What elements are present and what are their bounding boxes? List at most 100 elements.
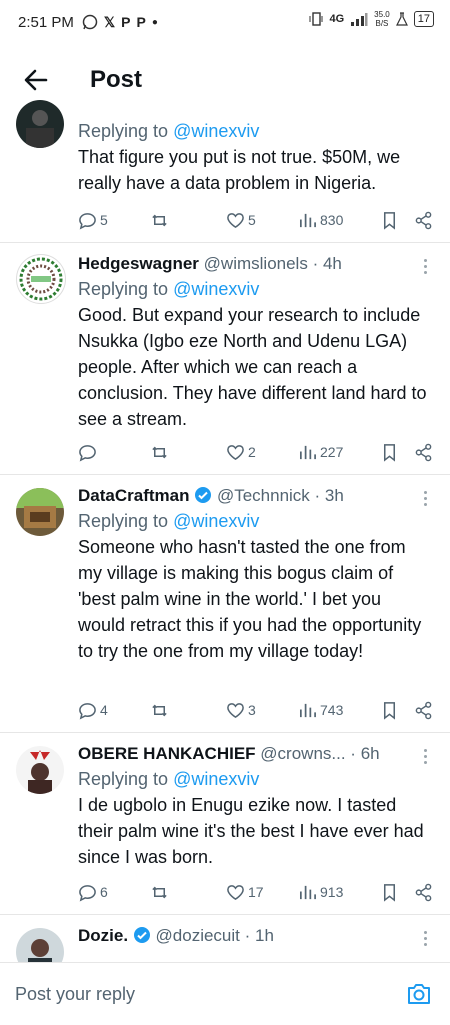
share-button[interactable] [414,211,433,230]
replying-to: Replying to @winexviv [78,279,260,299]
like-button[interactable]: 5 [226,211,298,230]
reply-tweet[interactable]: DataCraftman @Technnick · 3h Replying to… [0,474,450,733]
reply-button[interactable]: 5 [78,211,150,230]
views-button[interactable]: 913 [298,883,380,902]
avatar[interactable] [16,928,64,962]
reply-icon [79,884,96,902]
tweet-actions: 4 3 743 [78,698,438,722]
x-icon: 𝕏 [103,13,116,30]
share-icon [415,883,432,901]
reply-input[interactable]: Post your reply [15,984,135,1005]
bookmark-button[interactable] [380,701,414,720]
share-icon [415,211,432,229]
views-button[interactable]: 830 [298,211,380,230]
author-row: OBERE HANKACHIEF @crowns... · 6h [78,744,380,763]
page-title: Post [90,66,143,93]
repost-icon [152,704,167,716]
bookmark-icon [383,883,396,902]
status-time: 2:51 PM [18,13,74,31]
tweet-actions: 6 17 913 [78,880,438,904]
avatar[interactable] [16,100,64,148]
repost-button[interactable] [150,701,226,720]
author-name[interactable]: Hedgeswagner [78,254,199,273]
battery-level: 17 [413,11,434,27]
views-icon [299,703,316,717]
share-button[interactable] [414,701,433,720]
views-icon [299,885,316,899]
speed-unit: B/S [375,19,389,28]
replying-to-link[interactable]: @winexviv [173,511,259,531]
back-arrow-icon[interactable] [22,66,50,94]
bookmark-icon [383,701,396,720]
bookmark-button[interactable] [380,443,414,462]
share-icon [415,701,432,719]
author-handle[interactable]: @wimslionels [204,254,308,273]
avatar[interactable] [16,254,66,304]
more-options-icon[interactable] [424,256,428,277]
views-button[interactable]: 227 [298,443,380,462]
author-name[interactable]: DataCraftman [78,486,189,505]
author-name[interactable]: Dozie. [78,926,128,945]
heart-icon [227,702,244,718]
post-time: 1h [255,926,274,945]
heart-icon [227,884,244,900]
tweet-actions: 2 227 [78,440,438,464]
reply-button[interactable]: 6 [78,883,150,902]
network-label: 4G [329,13,345,25]
author-row: Hedgeswagner @wimslionels · 4h [78,254,342,273]
author-handle[interactable]: @Technnick [217,486,310,505]
replying-to: Replying to @winexviv [78,769,260,789]
tweet-text: Good. But expand your research to includ… [78,305,427,429]
author-handle[interactable]: @doziecuit [156,926,240,945]
p-icon: P [136,14,146,30]
avatar[interactable] [16,746,64,794]
reply-tweet[interactable]: OBERE HANKACHIEF @crowns... · 6h Replyin… [0,732,450,915]
more-options-icon[interactable] [424,488,428,509]
replying-to-link[interactable]: @winexviv [173,769,259,789]
share-button[interactable] [414,883,433,902]
reply-icon [79,444,96,462]
like-button[interactable]: 17 [226,883,298,902]
reply-tweet[interactable]: Dozie. @doziecuit · 1h [0,914,450,962]
bookmark-button[interactable] [380,883,414,902]
repost-icon [152,446,167,458]
more-options-icon[interactable] [424,928,428,949]
tweet-actions: 5 5 830 [78,208,438,232]
reply-tweet[interactable]: Hedgeswagner @wimslionels · 4h Replying … [0,242,450,475]
share-button[interactable] [414,443,433,462]
reply-icon [79,212,96,230]
bookmark-button[interactable] [380,211,414,230]
heart-icon [227,212,244,228]
reply-tweet[interactable]: Replying to @winexviv That figure you pu… [0,100,450,243]
replying-to-link[interactable]: @winexviv [173,279,259,299]
reply-button[interactable] [78,443,150,462]
reply-composer[interactable]: Post your reply [0,962,450,1025]
author-row: DataCraftman @Technnick · 3h [78,486,344,505]
top-bar: Post [0,52,450,112]
verified-badge-icon [195,487,212,503]
author-handle[interactable]: @crowns... [260,744,345,763]
tweet-text: Someone who hasn't tasted the one from m… [78,537,422,661]
camera-icon[interactable] [406,982,432,1006]
reply-button[interactable]: 4 [78,701,150,720]
avatar[interactable] [16,488,64,536]
views-icon [299,213,316,227]
repost-button[interactable] [150,211,226,230]
more-options-icon[interactable] [424,746,428,767]
reply-icon [79,702,96,720]
author-name[interactable]: OBERE HANKACHIEF [78,744,256,763]
dot-icon: ● [151,16,158,28]
heart-icon [227,444,244,460]
repost-button[interactable] [150,883,226,902]
views-button[interactable]: 743 [298,701,380,720]
replying-to: Replying to @winexviv [78,511,260,531]
like-button[interactable]: 2 [226,443,298,462]
repost-icon [152,214,167,226]
verified-badge-icon [133,927,150,943]
repost-button[interactable] [150,443,226,462]
vibrate-icon [309,12,323,26]
bookmark-icon [383,443,396,462]
like-button[interactable]: 3 [226,701,298,720]
repost-icon [152,886,167,898]
replying-to-link[interactable]: @winexviv [173,121,259,141]
